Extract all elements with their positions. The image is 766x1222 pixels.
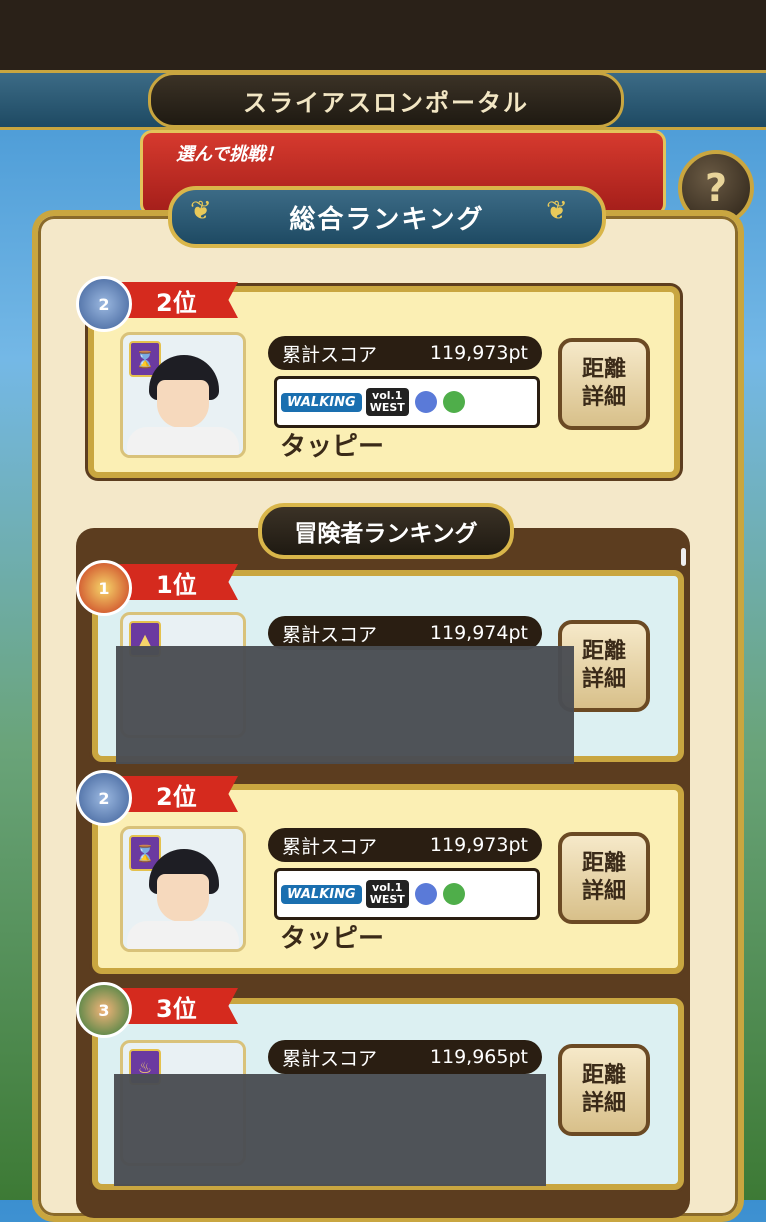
score-box: 累計スコア 119,965pt (268, 1040, 542, 1074)
score-value: 119,973pt (429, 834, 528, 856)
vol-badge: vol.1 WEST (365, 880, 409, 908)
slime-icon (414, 883, 437, 905)
adventurer-ranking-title: 冒険者ランキング (258, 503, 514, 559)
score-label: 累計スコア (282, 623, 378, 646)
score-value: 119,965pt (429, 1046, 528, 1068)
score-label: 累計スコア (282, 1047, 378, 1070)
slime-icon (414, 391, 437, 413)
vol-badge: vol.1 WEST (365, 388, 409, 416)
player-name: タッピー (280, 924, 385, 954)
walking-logo: WALKING (281, 392, 362, 412)
ornament-icon: ❦ (546, 196, 568, 226)
banner-text: 選んで挑戦！ (176, 144, 284, 165)
rank-ribbon: 1位 (118, 564, 238, 600)
rank-ribbon: 3位 (118, 988, 238, 1024)
gold-medal-icon: 1 (76, 560, 132, 616)
silver-medal-icon: 2 (76, 770, 132, 826)
score-value: 119,974pt (429, 622, 528, 644)
score-label: 累計スコア (282, 343, 378, 366)
rank-ribbon: 2位 (118, 282, 238, 318)
score-box: 累計スコア 119,973pt (268, 828, 542, 862)
redaction-mask (114, 1074, 546, 1186)
event-strip: WALKING vol.1 WEST (274, 868, 540, 920)
score-box: 累計スコア 119,973pt (268, 336, 542, 370)
distance-detail-button[interactable]: 距離 詳細 (558, 832, 650, 924)
avatar[interactable]: ⌛ (120, 332, 246, 458)
score-label: 累計スコア (282, 835, 378, 858)
distance-detail-button[interactable]: 距離 詳細 (558, 338, 650, 430)
monster-icon (442, 883, 465, 905)
player-name: タッピー (280, 432, 385, 462)
avatar[interactable]: ⌛ (120, 826, 246, 952)
ornament-icon: ❦ (190, 196, 212, 226)
score-value: 119,973pt (429, 342, 528, 364)
silver-medal-icon: 2 (76, 276, 132, 332)
question-icon: ? (704, 166, 728, 210)
distance-detail-button[interactable]: 距離 詳細 (558, 1044, 650, 1136)
rank-ribbon: 2位 (118, 776, 238, 812)
bronze-medal-icon: 3 (76, 982, 132, 1038)
scrollbar[interactable] (681, 548, 686, 566)
overall-ranking-title: 総合ランキング (168, 186, 606, 248)
monster-icon (442, 391, 465, 413)
score-box: 累計スコア 119,974pt (268, 616, 542, 650)
event-strip: WALKING vol.1 WEST (274, 376, 540, 428)
portal-title: スライアスロンポータル (148, 72, 624, 128)
top-dark-bar (0, 0, 766, 70)
redaction-mask (116, 646, 574, 764)
walking-logo: WALKING (281, 884, 362, 904)
